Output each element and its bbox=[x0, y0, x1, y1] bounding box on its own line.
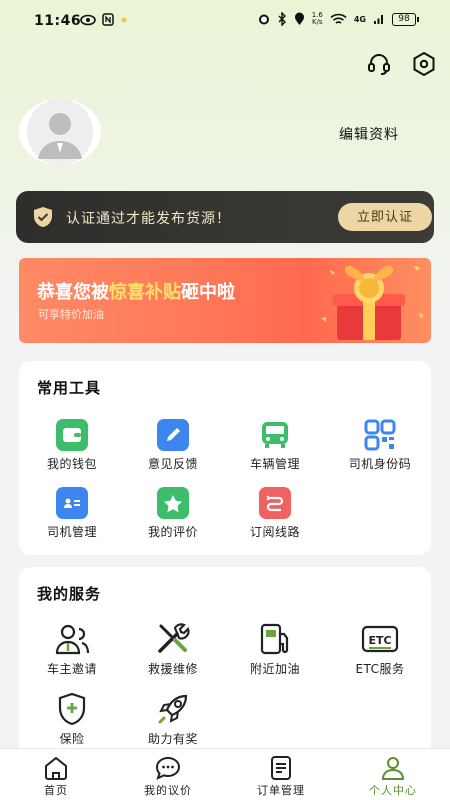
my-services-card: 我的服务 车主邀请 救援维修 附近加油 ETC ETC服务 保险 助力有奖 bbox=[19, 567, 431, 757]
verified-shield-icon bbox=[34, 207, 52, 227]
qr-code-icon bbox=[364, 419, 396, 451]
settings-icon[interactable] bbox=[410, 50, 438, 78]
tool-wallet[interactable]: 我的钱包 bbox=[22, 419, 122, 479]
nfc-icon bbox=[102, 13, 114, 26]
svg-text:ETC: ETC bbox=[368, 634, 391, 647]
tool-my-ratings[interactable]: 我的评价 bbox=[123, 487, 223, 547]
home-icon bbox=[45, 756, 67, 780]
weather-icon bbox=[121, 17, 127, 22]
rocket-icon bbox=[153, 692, 193, 726]
order-list-icon bbox=[271, 756, 291, 780]
etc-icon: ETC bbox=[360, 622, 400, 656]
wifi-icon bbox=[330, 13, 347, 24]
certify-now-button[interactable]: 立即认证 bbox=[338, 203, 432, 231]
location-icon bbox=[294, 12, 304, 25]
bus-icon bbox=[259, 419, 291, 451]
status-bar: 11:46 1.6 K/s 4G 98 bbox=[0, 0, 450, 44]
common-tools-title: 常用工具 bbox=[37, 379, 102, 397]
battery-icon: 98 bbox=[392, 12, 419, 26]
owner-invite-icon bbox=[52, 622, 92, 656]
signal-icon bbox=[374, 15, 383, 24]
customer-service-icon[interactable] bbox=[365, 50, 393, 78]
certification-banner: 认证通过才能发布货源！ 立即认证 bbox=[16, 191, 434, 243]
insurance-shield-icon bbox=[52, 692, 92, 726]
nav-order-management[interactable]: 订单管理 bbox=[225, 749, 337, 800]
gift-box-icon bbox=[321, 266, 424, 340]
tool-feedback[interactable]: 意见反馈 bbox=[123, 419, 223, 479]
service-nearby-fuel[interactable]: 附近加油 bbox=[225, 622, 325, 682]
nav-personal-center[interactable]: 个人中心 bbox=[337, 749, 449, 800]
service-etc[interactable]: ETC ETC服务 bbox=[330, 622, 430, 682]
promo-banner[interactable]: 恭喜您被惊喜补贴砸中啦 可享特价加油 bbox=[19, 258, 431, 343]
service-insurance[interactable]: 保险 bbox=[22, 692, 122, 752]
promo-subtitle: 可享特价加油 bbox=[38, 308, 104, 321]
cellular-label: 4G bbox=[353, 14, 366, 24]
alarm-icon bbox=[258, 14, 269, 25]
certification-text: 认证通过才能发布货源！ bbox=[66, 211, 231, 227]
avatar[interactable] bbox=[19, 99, 101, 165]
repair-tools-icon bbox=[153, 622, 193, 656]
bluetooth-icon bbox=[278, 12, 286, 26]
id-card-icon bbox=[56, 487, 88, 519]
star-icon bbox=[157, 487, 189, 519]
fuel-pump-icon bbox=[255, 622, 295, 656]
status-time: 11:46 bbox=[34, 13, 82, 29]
service-owner-invite[interactable]: 车主邀请 bbox=[22, 622, 122, 682]
tool-subscribe-routes[interactable]: 订阅线路 bbox=[225, 487, 325, 547]
chat-bubble-icon bbox=[155, 756, 181, 780]
common-tools-card: 常用工具 我的钱包 意见反馈 车辆管理 司机身份码 司机管理 我的评价 订阅线路 bbox=[19, 361, 431, 555]
network-speed: 1.6 K/s bbox=[311, 11, 323, 26]
service-rescue-repair[interactable]: 救援维修 bbox=[123, 622, 223, 682]
eye-icon bbox=[80, 14, 96, 25]
route-icon bbox=[259, 487, 291, 519]
person-icon bbox=[381, 757, 405, 780]
my-services-title: 我的服务 bbox=[37, 585, 102, 603]
nav-home[interactable]: 首页 bbox=[0, 749, 112, 800]
default-avatar-icon bbox=[27, 99, 93, 165]
service-boost-reward[interactable]: 助力有奖 bbox=[123, 692, 223, 752]
bottom-navigation: 首页 我的议价 订单管理 个人中心 bbox=[0, 748, 450, 800]
nav-my-bargaining[interactable]: 我的议价 bbox=[112, 749, 224, 800]
wallet-icon bbox=[56, 419, 88, 451]
tool-driver-management[interactable]: 司机管理 bbox=[22, 487, 122, 547]
tool-driver-id-code[interactable]: 司机身份码 bbox=[330, 419, 430, 479]
feedback-pencil-icon bbox=[157, 419, 189, 451]
tool-vehicle-management[interactable]: 车辆管理 bbox=[225, 419, 325, 479]
edit-profile-link[interactable]: 编辑资料 bbox=[339, 124, 399, 144]
promo-title: 恭喜您被惊喜补贴砸中啦 bbox=[37, 282, 235, 303]
